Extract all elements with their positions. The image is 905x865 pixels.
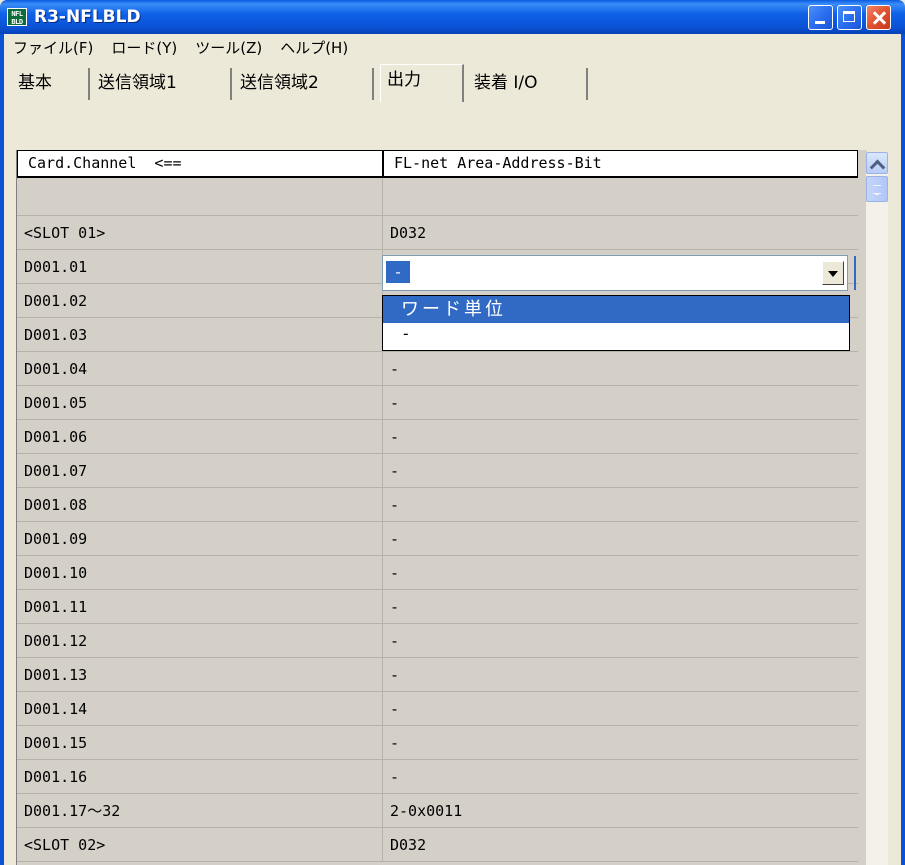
cell-card-channel[interactable]: D001.07 [17,454,383,488]
tab-send-area-2[interactable]: 送信領域2 [234,68,374,100]
table-row[interactable]: <SLOT 02> D032 [17,828,858,862]
combo-selected-value[interactable]: - [386,261,410,283]
cell-flnet-address[interactable]: - [383,590,858,624]
cell-flnet-address[interactable]: - [383,760,858,794]
editor-focus-edge [854,256,856,290]
cell-flnet-address[interactable]: - [383,726,858,760]
cell-flnet-address[interactable]: - [383,658,858,692]
cell-card-channel[interactable]: D001.04 [17,352,383,386]
column-header-flnet-address[interactable]: FL-net Area-Address-Bit [383,150,858,178]
table-row[interactable] [17,178,858,216]
cell-card-channel[interactable]: D001.11 [17,590,383,624]
table-row[interactable]: D001.17～32 2-0x0011 [17,794,858,828]
table-row[interactable]: D001.12- [17,624,858,658]
menu-load[interactable]: ロード(Y) [102,35,186,61]
dropdown-option-none[interactable]: - [383,324,849,351]
cell-card-channel[interactable]: D001.02 [17,284,383,318]
tab-send-area-1[interactable]: 送信領域1 [92,68,232,100]
tab-mounted-io[interactable]: 装着 I/O [468,68,588,100]
cell-card-channel[interactable]: D001.03 [17,318,383,352]
cell-card-channel[interactable]: D001.17～32 [17,794,383,828]
cell-card-channel[interactable]: D001.06 [17,420,383,454]
app-icon[interactable]: NFL BLD [7,8,27,26]
app-icon-label-top: NFL [11,10,23,18]
address-combo-box[interactable]: - [382,255,848,291]
table-row[interactable]: D001.10- [17,556,858,590]
window-frame-left [0,34,4,865]
menu-file[interactable]: ファイル(F) [4,35,102,61]
window-title: R3-NFLBLD [34,7,141,27]
cell-flnet-address[interactable]: - [383,352,858,386]
combo-dropdown-list[interactable]: ワード単位 - [382,295,850,351]
maximize-icon[interactable] [837,5,862,30]
table-row[interactable]: D001.08- [17,488,858,522]
tab-output[interactable]: 出力 [380,64,464,102]
cell-card-channel[interactable]: <SLOT 01> [17,216,383,250]
tab-basic[interactable]: 基本 [12,68,90,100]
minimize-icon[interactable] [808,5,833,30]
chevron-down-icon[interactable] [822,261,844,285]
cell-card-channel[interactable]: <SLOT 02> [17,828,383,862]
cell-flnet-address[interactable]: D032 [383,828,858,862]
cell-card-channel[interactable]: D001.16 [17,760,383,794]
cell-card-channel[interactable]: D001.01 [17,250,383,284]
cell-card-channel[interactable]: D001.10 [17,556,383,590]
cell-flnet-address[interactable]: - [383,692,858,726]
cell-flnet-address[interactable]: 2-0x0011 [383,794,858,828]
cell-card-channel[interactable]: D001.13 [17,658,383,692]
close-icon[interactable] [866,5,891,30]
cell-card-channel[interactable]: D001.15 [17,726,383,760]
column-header-card-channel[interactable]: Card.Channel <== [17,150,383,178]
tab-bar: 基本 送信領域1 送信領域2 出力 装着 I/O [4,64,901,104]
cell-card-channel[interactable]: D001.05 [17,386,383,420]
dropdown-option-word-unit[interactable]: ワード単位 [383,296,849,323]
cell-flnet-address[interactable]: D032 [383,216,858,250]
menu-help[interactable]: ヘルプ(H) [271,35,357,61]
cell-card-channel[interactable]: D001.08 [17,488,383,522]
table-row[interactable]: <SLOT 01> D032 [17,216,858,250]
scroll-thumb[interactable] [866,176,888,202]
cell-flnet-address[interactable]: - [383,556,858,590]
table-row[interactable]: D001.05- [17,386,858,420]
table-row[interactable]: D001.13- [17,658,858,692]
cell-flnet-address[interactable]: - [383,522,858,556]
cell-flnet-address[interactable]: - [383,454,858,488]
title-bar[interactable]: NFL BLD R3-NFLBLD [0,0,905,34]
table-row[interactable]: D001.07- [17,454,858,488]
table-row[interactable]: D001.06- [17,420,858,454]
table-row[interactable]: D001.04- [17,352,858,386]
table-row[interactable]: D001.15- [17,726,858,760]
app-icon-label-bottom: BLD [11,18,23,26]
cell-card-channel[interactable]: D001.14 [17,692,383,726]
menu-bar: ファイル(F) ロード(Y) ツール(Z) ヘルプ(H) [4,34,901,62]
table-row[interactable]: D001.16- [17,760,858,794]
window-frame-right [901,34,905,865]
scroll-up-icon[interactable] [866,152,888,174]
cell-flnet-address[interactable]: - [383,624,858,658]
table-row[interactable]: D001.09- [17,522,858,556]
vertical-scrollbar[interactable] [866,152,888,865]
cell-flnet-address[interactable]: - [383,488,858,522]
cell-flnet-address[interactable]: - [383,386,858,420]
cell-card-channel[interactable] [17,178,383,216]
menu-tools[interactable]: ツール(Z) [186,35,271,61]
table-row[interactable]: D001.11- [17,590,858,624]
cell-flnet-address[interactable] [383,178,858,216]
cell-flnet-address[interactable]: - [383,420,858,454]
cell-card-channel[interactable]: D001.09 [17,522,383,556]
table-row[interactable]: D001.14- [17,692,858,726]
cell-card-channel[interactable]: D001.12 [17,624,383,658]
